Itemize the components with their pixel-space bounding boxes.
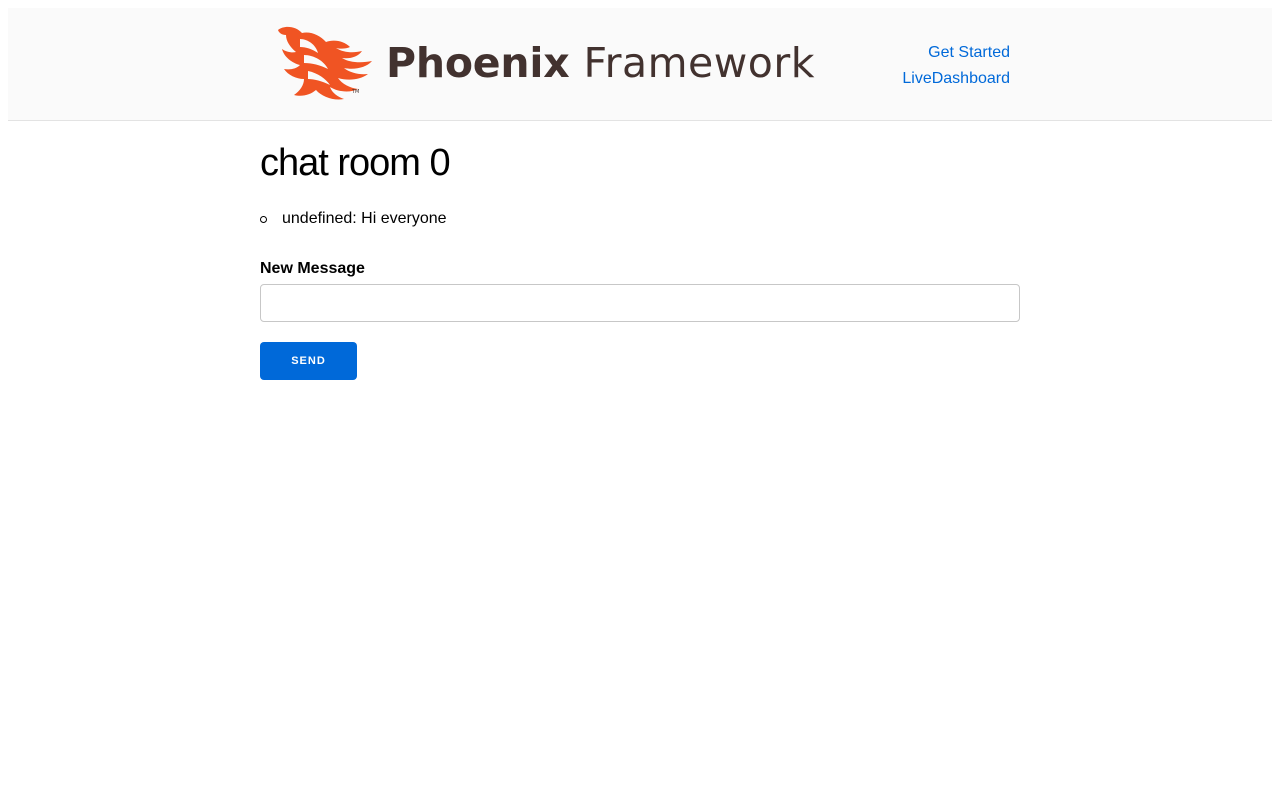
message-list: undefined: Hi everyone <box>260 208 1020 230</box>
phoenix-logo[interactable]: TM Phoenix Framework <box>270 25 815 101</box>
page-title: chat room 0 <box>260 142 451 184</box>
page-header: TM Phoenix Framework Get Started LiveDash… <box>8 8 1272 121</box>
new-message-label: New Message <box>260 260 365 277</box>
phoenix-bird-icon: TM <box>278 26 372 100</box>
message-form: New Message Send <box>260 258 1020 380</box>
header-nav: Get Started LiveDashboard <box>902 40 1010 92</box>
send-button[interactable]: Send <box>260 342 357 380</box>
get-started-link[interactable]: Get Started <box>902 40 1010 66</box>
main-content: chat room 0 undefined: Hi everyone New M… <box>260 141 1020 380</box>
message-item: undefined: Hi everyone <box>260 208 1020 230</box>
live-dashboard-link[interactable]: LiveDashboard <box>902 66 1010 92</box>
brand-name-bold: Phoenix <box>386 38 570 87</box>
svg-text:TM: TM <box>351 89 359 95</box>
bullet-icon <box>260 216 267 223</box>
brand-name-light: Framework <box>583 38 815 87</box>
brand-wordmark: Phoenix Framework <box>386 42 815 84</box>
message-text: undefined: Hi everyone <box>282 210 447 227</box>
new-message-input[interactable] <box>260 284 1020 322</box>
